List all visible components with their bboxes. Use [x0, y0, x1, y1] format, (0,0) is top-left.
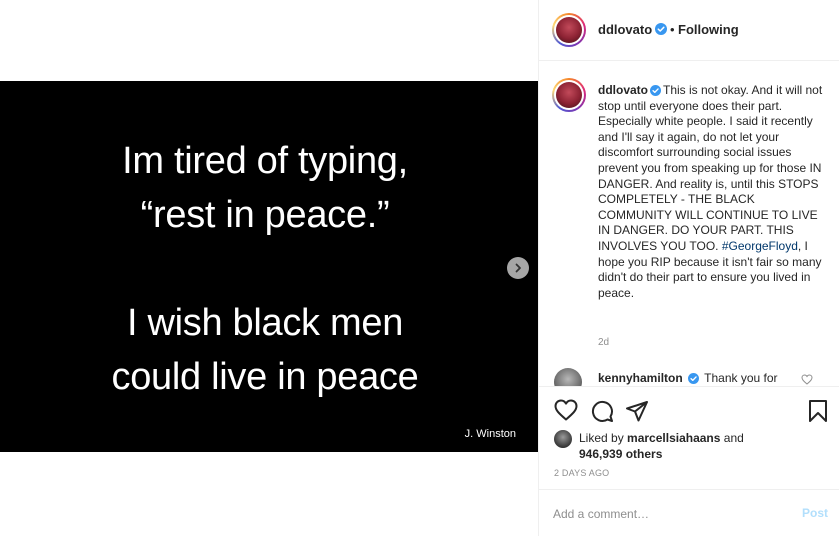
likes-and: and — [723, 431, 744, 445]
following-button[interactable]: Following — [678, 22, 739, 37]
likes-count-link[interactable]: 946,939 others — [579, 447, 662, 461]
separator-dot: • — [670, 22, 675, 37]
verified-badge-icon — [688, 373, 700, 384]
likes-prefix: Liked by — [579, 431, 624, 445]
comment-item: kennyhamilton Thank you for — [598, 371, 778, 385]
commenter-avatar[interactable] — [554, 368, 582, 386]
heart-icon[interactable] — [554, 399, 578, 421]
commenter-username-link[interactable]: kennyhamilton — [598, 371, 683, 385]
post-timestamp[interactable]: 2 DAYS AGO — [554, 468, 609, 478]
action-section: Liked by marcellsiahaans and 946,939 oth… — [539, 386, 839, 537]
add-comment-section: Post — [539, 489, 839, 538]
post-comment-button[interactable]: Post — [802, 506, 828, 520]
share-icon[interactable] — [625, 399, 649, 423]
post-caption: ddlovato This is not okay. And it will n… — [598, 83, 828, 301]
caption-text: This is not okay. And it will not stop u… — [598, 83, 823, 253]
liker-avatar[interactable] — [554, 430, 572, 448]
comment-text: Thank you for — [704, 371, 778, 385]
image-text-line-3: I wish black men — [126, 302, 404, 344]
caption-time[interactable]: 2d — [598, 337, 609, 348]
comment-icon[interactable] — [590, 399, 614, 423]
image-text-line-4: could live in peace — [111, 356, 419, 398]
verified-badge-icon — [655, 23, 667, 35]
likes-summary: Liked by marcellsiahaans and 946,939 oth… — [579, 430, 799, 462]
hashtag-link[interactable]: #GeorgeFloyd — [722, 239, 798, 253]
image-text-line-1: Im tired of typing, — [122, 140, 408, 182]
caption-username-link[interactable]: ddlovato — [598, 83, 648, 97]
next-slide-button[interactable] — [507, 257, 529, 279]
header-username-link[interactable]: ddlovato — [598, 22, 652, 37]
comments-list: ddlovato This is not okay. And it will n… — [539, 61, 839, 386]
post-header: ddlovato • Following — [539, 0, 839, 61]
comment-input[interactable] — [553, 504, 773, 524]
caption-avatar[interactable] — [552, 78, 586, 112]
liker-username-link[interactable]: marcellsiahaans — [627, 431, 720, 445]
verified-badge-icon — [650, 85, 661, 96]
chevron-right-icon — [515, 263, 521, 273]
image-credit: J. Winston — [464, 428, 516, 440]
avatar[interactable] — [552, 13, 586, 47]
post-image: Im tired of typing, “rest in peace.” I w… — [0, 81, 538, 452]
post-side-panel: ddlovato • Following ddlovato This is no… — [538, 0, 839, 536]
image-text-line-2: “rest in peace.” — [140, 194, 390, 236]
comment-like-icon[interactable] — [801, 374, 813, 385]
bookmark-icon[interactable] — [808, 399, 828, 423]
